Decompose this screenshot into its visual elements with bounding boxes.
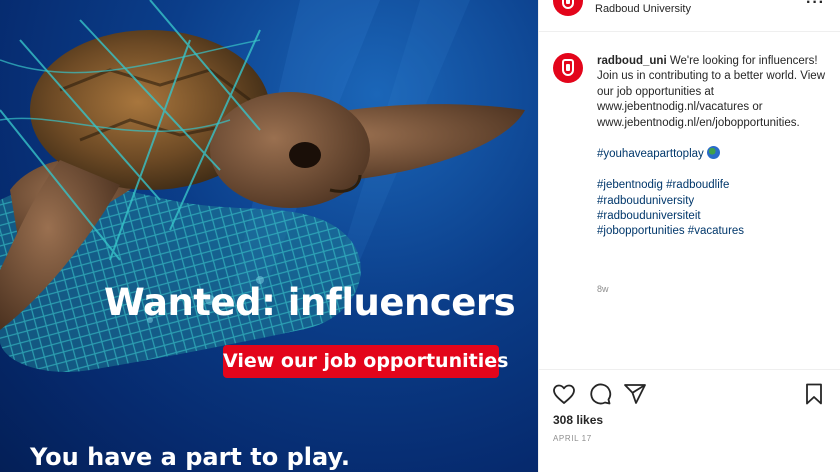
post-date[interactable]: APRIL 17 xyxy=(553,434,592,443)
hashtag-link[interactable]: #radbouduniversiteit xyxy=(597,210,701,222)
caption-age[interactable]: 8w xyxy=(597,284,609,294)
crest-icon xyxy=(562,0,574,9)
caption-avatar[interactable] xyxy=(553,53,583,83)
post-caption: radboud_uni We're looking for influencer… xyxy=(597,54,825,240)
job-opportunities-banner: View our job opportunities xyxy=(223,345,508,378)
post-side-panel: Radboud University ··· radboud_uni We're… xyxy=(538,0,840,472)
instagram-post-view: Wanted: influencers View our job opportu… xyxy=(0,0,840,472)
heart-icon[interactable] xyxy=(552,382,576,406)
share-icon[interactable] xyxy=(623,382,647,406)
caption-username[interactable]: radboud_uni xyxy=(597,55,667,67)
crest-icon xyxy=(562,59,574,76)
account-display-name[interactable]: Radboud University xyxy=(595,3,691,15)
post-image[interactable]: Wanted: influencers View our job opportu… xyxy=(0,0,538,472)
avatar[interactable] xyxy=(553,0,583,16)
post-header: Radboud University ··· xyxy=(539,0,840,32)
hashtag-link[interactable]: #vacatures xyxy=(688,225,744,237)
more-options-icon[interactable]: ··· xyxy=(806,0,825,12)
post-tagline: You have a part to play. xyxy=(30,443,350,471)
bookmark-icon[interactable] xyxy=(802,382,826,406)
globe-emoji-icon xyxy=(706,146,720,160)
hashtag-link[interactable]: #radbouduniversity xyxy=(597,195,694,207)
post-actions: 308 likes APRIL 17 xyxy=(539,369,840,472)
comment-icon[interactable] xyxy=(588,382,612,406)
hashtag-link[interactable]: #jobopportunities xyxy=(597,225,685,237)
turtle-illustration xyxy=(0,0,525,372)
hashtag-link[interactable]: #radboudlife xyxy=(666,179,729,191)
likes-count[interactable]: 308 likes xyxy=(553,413,603,427)
hashtag-link[interactable]: #youhaveaparttoplay xyxy=(597,148,704,160)
hashtag-link[interactable]: #jebentnodig xyxy=(597,179,663,191)
post-headline: Wanted: influencers xyxy=(104,281,516,324)
